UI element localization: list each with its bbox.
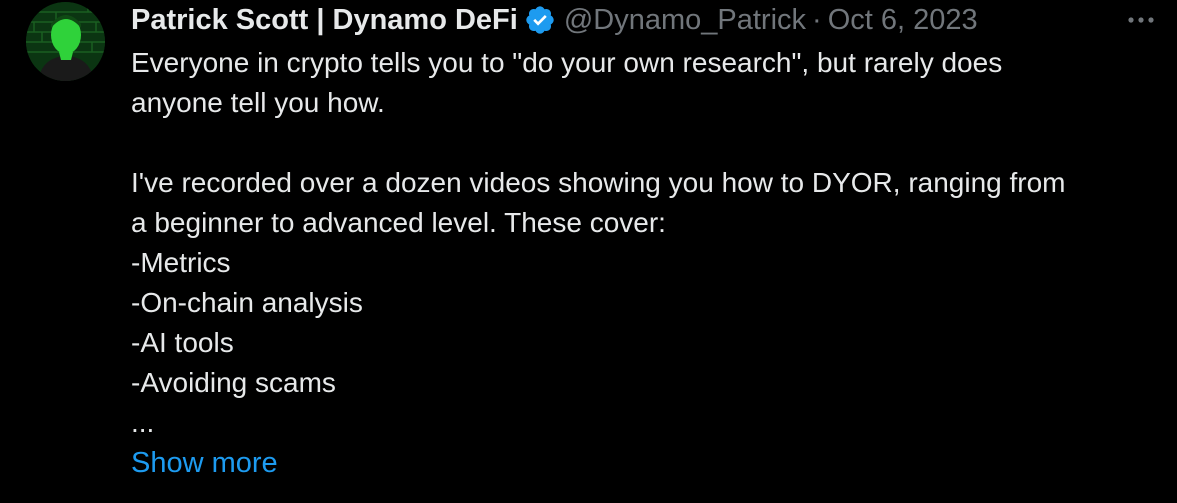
header-separator: · bbox=[812, 4, 822, 36]
avatar-image bbox=[26, 2, 105, 81]
tweet-text-ellipsis: ... bbox=[131, 407, 155, 438]
tweet-text: Everyone in crypto tells you to "do your… bbox=[131, 43, 1151, 483]
tweet: Patrick Scott | Dynamo DeFi @Dynamo_Patr… bbox=[0, 0, 1177, 503]
avatar[interactable] bbox=[26, 2, 105, 81]
tweet-content: Patrick Scott | Dynamo DeFi @Dynamo_Patr… bbox=[131, 0, 1151, 483]
tweet-text-line: -Avoiding scams bbox=[131, 367, 336, 398]
show-more-link[interactable]: Show more bbox=[131, 443, 1151, 483]
tweet-text-line: a beginner to advanced level. These cove… bbox=[131, 207, 666, 238]
tweet-header: Patrick Scott | Dynamo DeFi @Dynamo_Patr… bbox=[131, 0, 1151, 40]
tweet-text-line: I've recorded over a dozen videos showin… bbox=[131, 167, 1066, 198]
tweet-text-line: anyone tell you how. bbox=[131, 87, 385, 118]
tweet-text-line: -On-chain analysis bbox=[131, 287, 363, 318]
tweet-date[interactable]: Oct 6, 2023 bbox=[828, 0, 978, 40]
verified-badge-icon[interactable] bbox=[524, 4, 556, 36]
author-display-name[interactable]: Patrick Scott | Dynamo DeFi bbox=[131, 0, 518, 40]
tweet-text-line: -Metrics bbox=[131, 247, 231, 278]
tweet-text-line: -AI tools bbox=[131, 327, 234, 358]
author-handle[interactable]: @Dynamo_Patrick bbox=[564, 0, 806, 40]
more-options-icon[interactable] bbox=[1125, 12, 1157, 28]
tweet-text-line: Everyone in crypto tells you to "do your… bbox=[131, 47, 1003, 78]
